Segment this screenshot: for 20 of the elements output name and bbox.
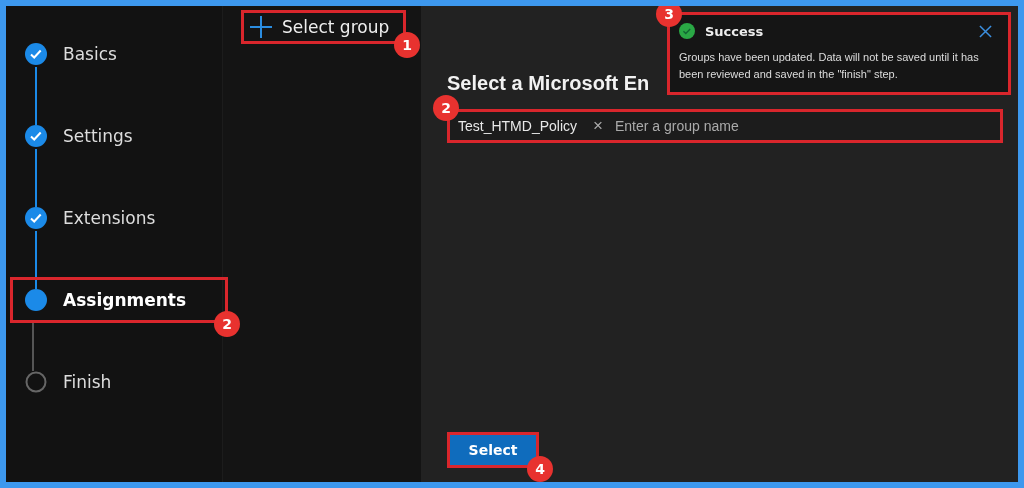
panel-title: Select a Microsoft En [447, 72, 650, 95]
step-label[interactable]: Assignments [63, 290, 187, 310]
step-label[interactable]: Finish [63, 372, 112, 392]
toast-title: Success [705, 23, 765, 39]
close-icon[interactable] [979, 24, 992, 38]
callout-number: 2 [433, 95, 459, 121]
remove-button[interactable]: × [589, 116, 607, 136]
step-label[interactable]: Settings [63, 126, 133, 146]
step-label[interactable]: Basics [63, 44, 117, 64]
callout-number: 4 [527, 456, 553, 482]
toast-message: Groups have been updated. Data will not be saved until it has been reviewed and saved in the "finish" step. [679, 50, 980, 83]
select-group-button[interactable]: Select group [244, 13, 404, 41]
callout-number: 3 [656, 6, 682, 27]
step-label[interactable]: Extensions [63, 208, 156, 228]
plus-icon [250, 16, 272, 38]
success-icon [679, 23, 695, 39]
callout-number: 2 [214, 311, 240, 337]
select-button[interactable]: Select [450, 435, 536, 465]
group-name: Test_HTMD_Policy [458, 118, 578, 134]
callout-number: 1 [394, 32, 421, 58]
